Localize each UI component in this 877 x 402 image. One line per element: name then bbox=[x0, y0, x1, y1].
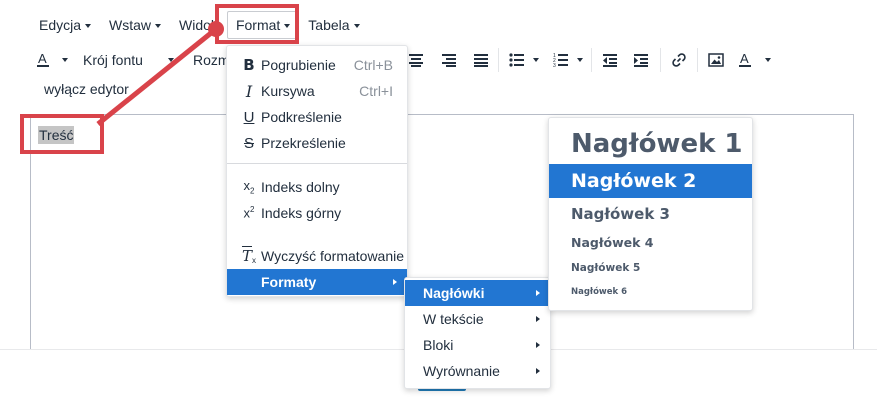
annotation-connector bbox=[96, 21, 224, 126]
annotation-box-format bbox=[215, 4, 299, 44]
annotation-box-content bbox=[20, 114, 104, 154]
